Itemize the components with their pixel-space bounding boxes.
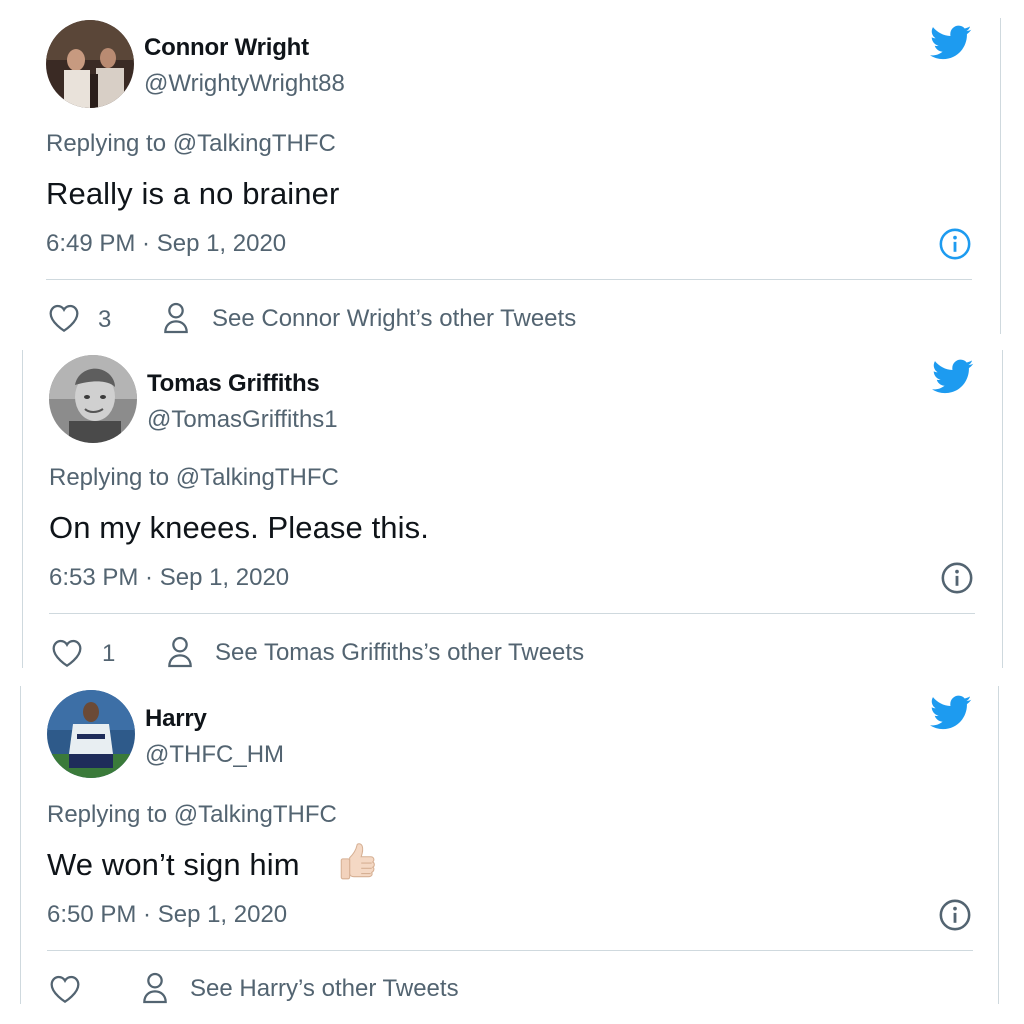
replying-to: Replying to @TalkingTHFC [47,801,337,829]
twitter-bird-icon[interactable] [930,695,972,731]
card-border [22,350,23,668]
like-count: 3 [98,306,112,333]
person-icon [164,302,188,334]
divider [46,279,972,280]
handle[interactable]: @TomasGriffiths1 [147,406,338,434]
card-border [20,686,21,1004]
timestamp[interactable]: 6:53 PM · Sep 1, 2020 [49,564,289,592]
timestamp[interactable]: 6:49 PM · Sep 1, 2020 [46,230,286,258]
heart-icon[interactable] [51,638,83,668]
timestamp[interactable]: 6:50 PM · Sep 1, 2020 [47,901,287,929]
handle[interactable]: @WrightyWright88 [144,70,345,98]
like-count: 1 [102,640,116,667]
avatar[interactable] [47,690,135,778]
info-icon[interactable] [938,898,972,932]
divider [49,613,975,614]
avatar[interactable] [46,20,134,108]
tweet-text: We won’t sign him [47,847,300,882]
tweet-text: Really is a no brainer [46,176,340,211]
display-name[interactable]: Connor Wright [144,34,309,62]
see-other-tweets-link[interactable]: See Tomas Griffiths’s other Tweets [215,639,584,667]
tweet-text: On my kneees. Please this. [49,510,429,545]
person-icon [168,636,192,668]
replying-prefix: Replying to [46,130,167,157]
info-icon[interactable] [938,227,972,261]
tweet-card: Connor Wright @WrightyWright88 Replying … [0,0,1024,336]
display-name[interactable]: Tomas Griffiths [147,370,320,398]
person-icon [143,972,167,1004]
tweet-card: Tomas Griffiths @TomasGriffiths1 Replyin… [0,336,1024,670]
replying-prefix: Replying to [47,801,168,828]
replying-prefix: Replying to [49,464,170,491]
card-border [998,686,999,1004]
thumbs-up-icon [340,843,375,880]
divider [47,950,973,951]
see-other-tweets-link[interactable]: See Harry’s other Tweets [190,975,459,1003]
replying-handle-link[interactable]: @TalkingTHFC [173,130,336,157]
replying-to: Replying to @TalkingTHFC [49,464,339,492]
twitter-bird-icon[interactable] [932,359,974,395]
replying-handle-link[interactable]: @TalkingTHFC [174,801,337,828]
avatar[interactable] [49,355,137,443]
card-border [1002,350,1003,668]
card-border [1000,18,1001,334]
display-name[interactable]: Harry [145,705,207,733]
handle[interactable]: @THFC_HM [145,741,284,769]
heart-icon[interactable] [49,974,81,1004]
see-other-tweets-link[interactable]: See Connor Wright’s other Tweets [212,305,576,333]
tweet-card: Harry @THFC_HM Replying to @TalkingTHFC … [0,670,1024,1024]
replying-handle-link[interactable]: @TalkingTHFC [176,464,339,491]
twitter-bird-icon[interactable] [930,25,972,61]
info-icon[interactable] [940,561,974,595]
replying-to: Replying to @TalkingTHFC [46,130,336,158]
heart-icon[interactable] [48,303,80,333]
